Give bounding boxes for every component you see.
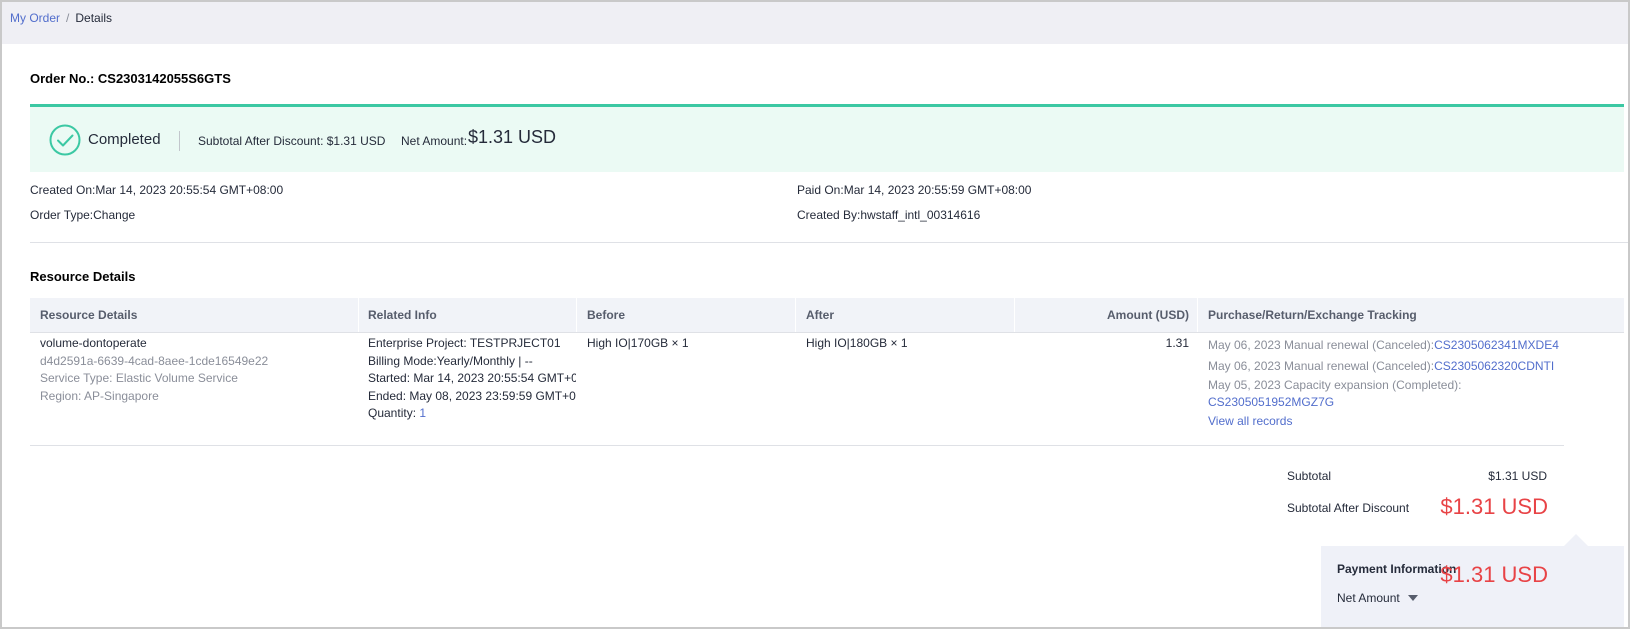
caret-down-icon [1407,595,1418,601]
status-banner: Completed Subtotal After Discount: $1.31… [30,104,1624,172]
paid-on: Paid On:Mar 14, 2023 20:55:59 GMT+08:00 [797,183,1032,197]
column-tracking: Purchase/Return/Exchange Tracking [1208,308,1417,322]
tracking-cell: May 06, 2023 Manual renewal (Canceled):C… [1208,335,1559,432]
check-circle-icon [49,124,81,156]
breadcrumb-current: Details [75,11,113,25]
subtotal-after-discount-value: $1.31 USD [1440,494,1548,519]
payment-information-panel: Payment Information Net Amount $1.31 USD [1321,546,1624,627]
net-amount-label: Net Amount [1337,591,1400,605]
order-type: Order Type:Change [30,208,136,222]
quantity-label: Quantity: [368,406,420,420]
quantity-value: 1 [419,406,427,420]
order-number: Order No.: CS2303142055S6GTS [30,71,231,86]
subtotal-after-discount-label: Subtotal After Discount [1287,501,1410,515]
quantity: Quantity: 1 [368,405,576,423]
top-bar: My Order / Details [2,2,1628,44]
resource-id: d4d2591a-6639-4cad-8aee-1cde16549e22 [40,353,269,368]
page-frame: My Order / Details Order No.: CS2303142055… [0,0,1630,629]
column-related-info: Related Info [368,308,437,322]
view-all-records-link[interactable]: View all records [1208,411,1559,432]
subtotal-value: $1.31 USD [1488,469,1547,483]
column-divider [358,298,359,332]
breadcrumb-separator: / [66,11,70,25]
order-status: Completed [88,131,161,148]
payment-pointer [1564,534,1588,546]
billing-mode: Billing Mode:Yearly/Monthly | -- [368,353,533,368]
tracking-order-link[interactable]: CS2305062320CDNTI [1434,359,1554,373]
tracking-item: May 06, 2023 Manual renewal (Canceled):C… [1208,335,1559,356]
tracking-item: May 06, 2023 Manual renewal (Canceled):C… [1208,356,1559,377]
status-net-amount-label: Net Amount: [401,134,468,148]
before-spec: High IO|170GB × 1 [587,336,689,350]
tracking-order-link[interactable]: CS2305051952MGZ7G [1208,394,1559,411]
resource-name: volume-dontoperate [40,336,147,350]
resource-table-header: Resource Details Related Info Before Aft… [30,298,1624,333]
created-by: Created By:hwstaff_intl_00314616 [797,208,981,222]
ended-time: Ended: May 08, 2023 23:59:59 GMT+08: [368,388,576,403]
breadcrumb: My Order / Details [10,11,112,25]
column-divider [576,298,577,332]
column-amount: Amount (USD) [1107,308,1189,322]
related-info-cell: Enterprise Project: TESTPRJECT01 Billing… [368,335,576,423]
subtotal-label: Subtotal [1287,469,1332,483]
tracking-text: May 06, 2023 Manual renewal (Canceled): [1208,359,1435,373]
started-time: Started: Mar 14, 2023 20:55:54 GMT+08 [368,371,576,385]
tracking-order-link[interactable]: CS2305062341MXDE4 [1434,338,1559,352]
status-net-amount-value: $1.31 USD [468,127,557,147]
after-spec: High IO|180GB × 1 [806,336,908,350]
region: Region: AP-Singapore [40,388,159,403]
status-divider [179,131,180,151]
column-after: After [806,308,835,322]
enterprise-project: Enterprise Project: TESTPRJECT01 [368,336,561,350]
resource-details-title: Resource Details [30,269,136,284]
tracking-text: May 05, 2023 Capacity expansion (Complet… [1208,378,1462,392]
breadcrumb-my-order-link[interactable]: My Order [10,11,60,25]
service-type: Service Type: Elastic Volume Service [40,371,238,385]
column-before: Before [587,308,626,322]
status-subtotal-after-discount: Subtotal After Discount: $1.31 USD [198,134,386,148]
tracking-text: May 06, 2023 Manual renewal (Canceled): [1208,338,1435,352]
net-amount-toggle[interactable]: Net Amount [1337,591,1418,605]
net-amount-value: $1.31 USD [1440,562,1548,587]
column-resource-details: Resource Details [40,308,138,322]
amount-value: 1.31 [1165,336,1189,350]
column-divider [795,298,796,332]
section-divider [30,242,1628,243]
resource-info-cell: volume-dontoperate d4d2591a-6639-4cad-8a… [40,335,268,405]
created-on: Created On:Mar 14, 2023 20:55:54 GMT+08:… [30,183,284,197]
table-bottom-divider [30,445,1564,446]
column-divider [1197,298,1198,332]
